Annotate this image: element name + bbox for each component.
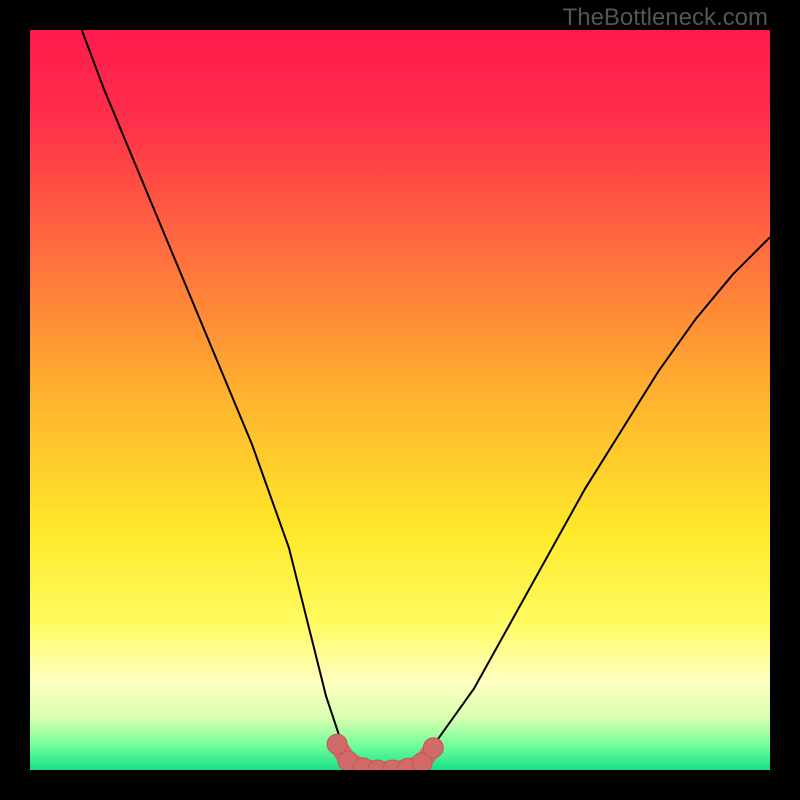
curve-layer	[30, 30, 770, 770]
marker-dot	[423, 738, 443, 758]
watermark-text: TheBottleneck.com	[563, 4, 768, 32]
marker-dot	[327, 734, 347, 754]
plot-area	[30, 30, 770, 770]
marker-group	[327, 734, 443, 770]
chart-container: TheBottleneck.com	[0, 0, 800, 800]
bottleneck-curve	[82, 30, 770, 770]
